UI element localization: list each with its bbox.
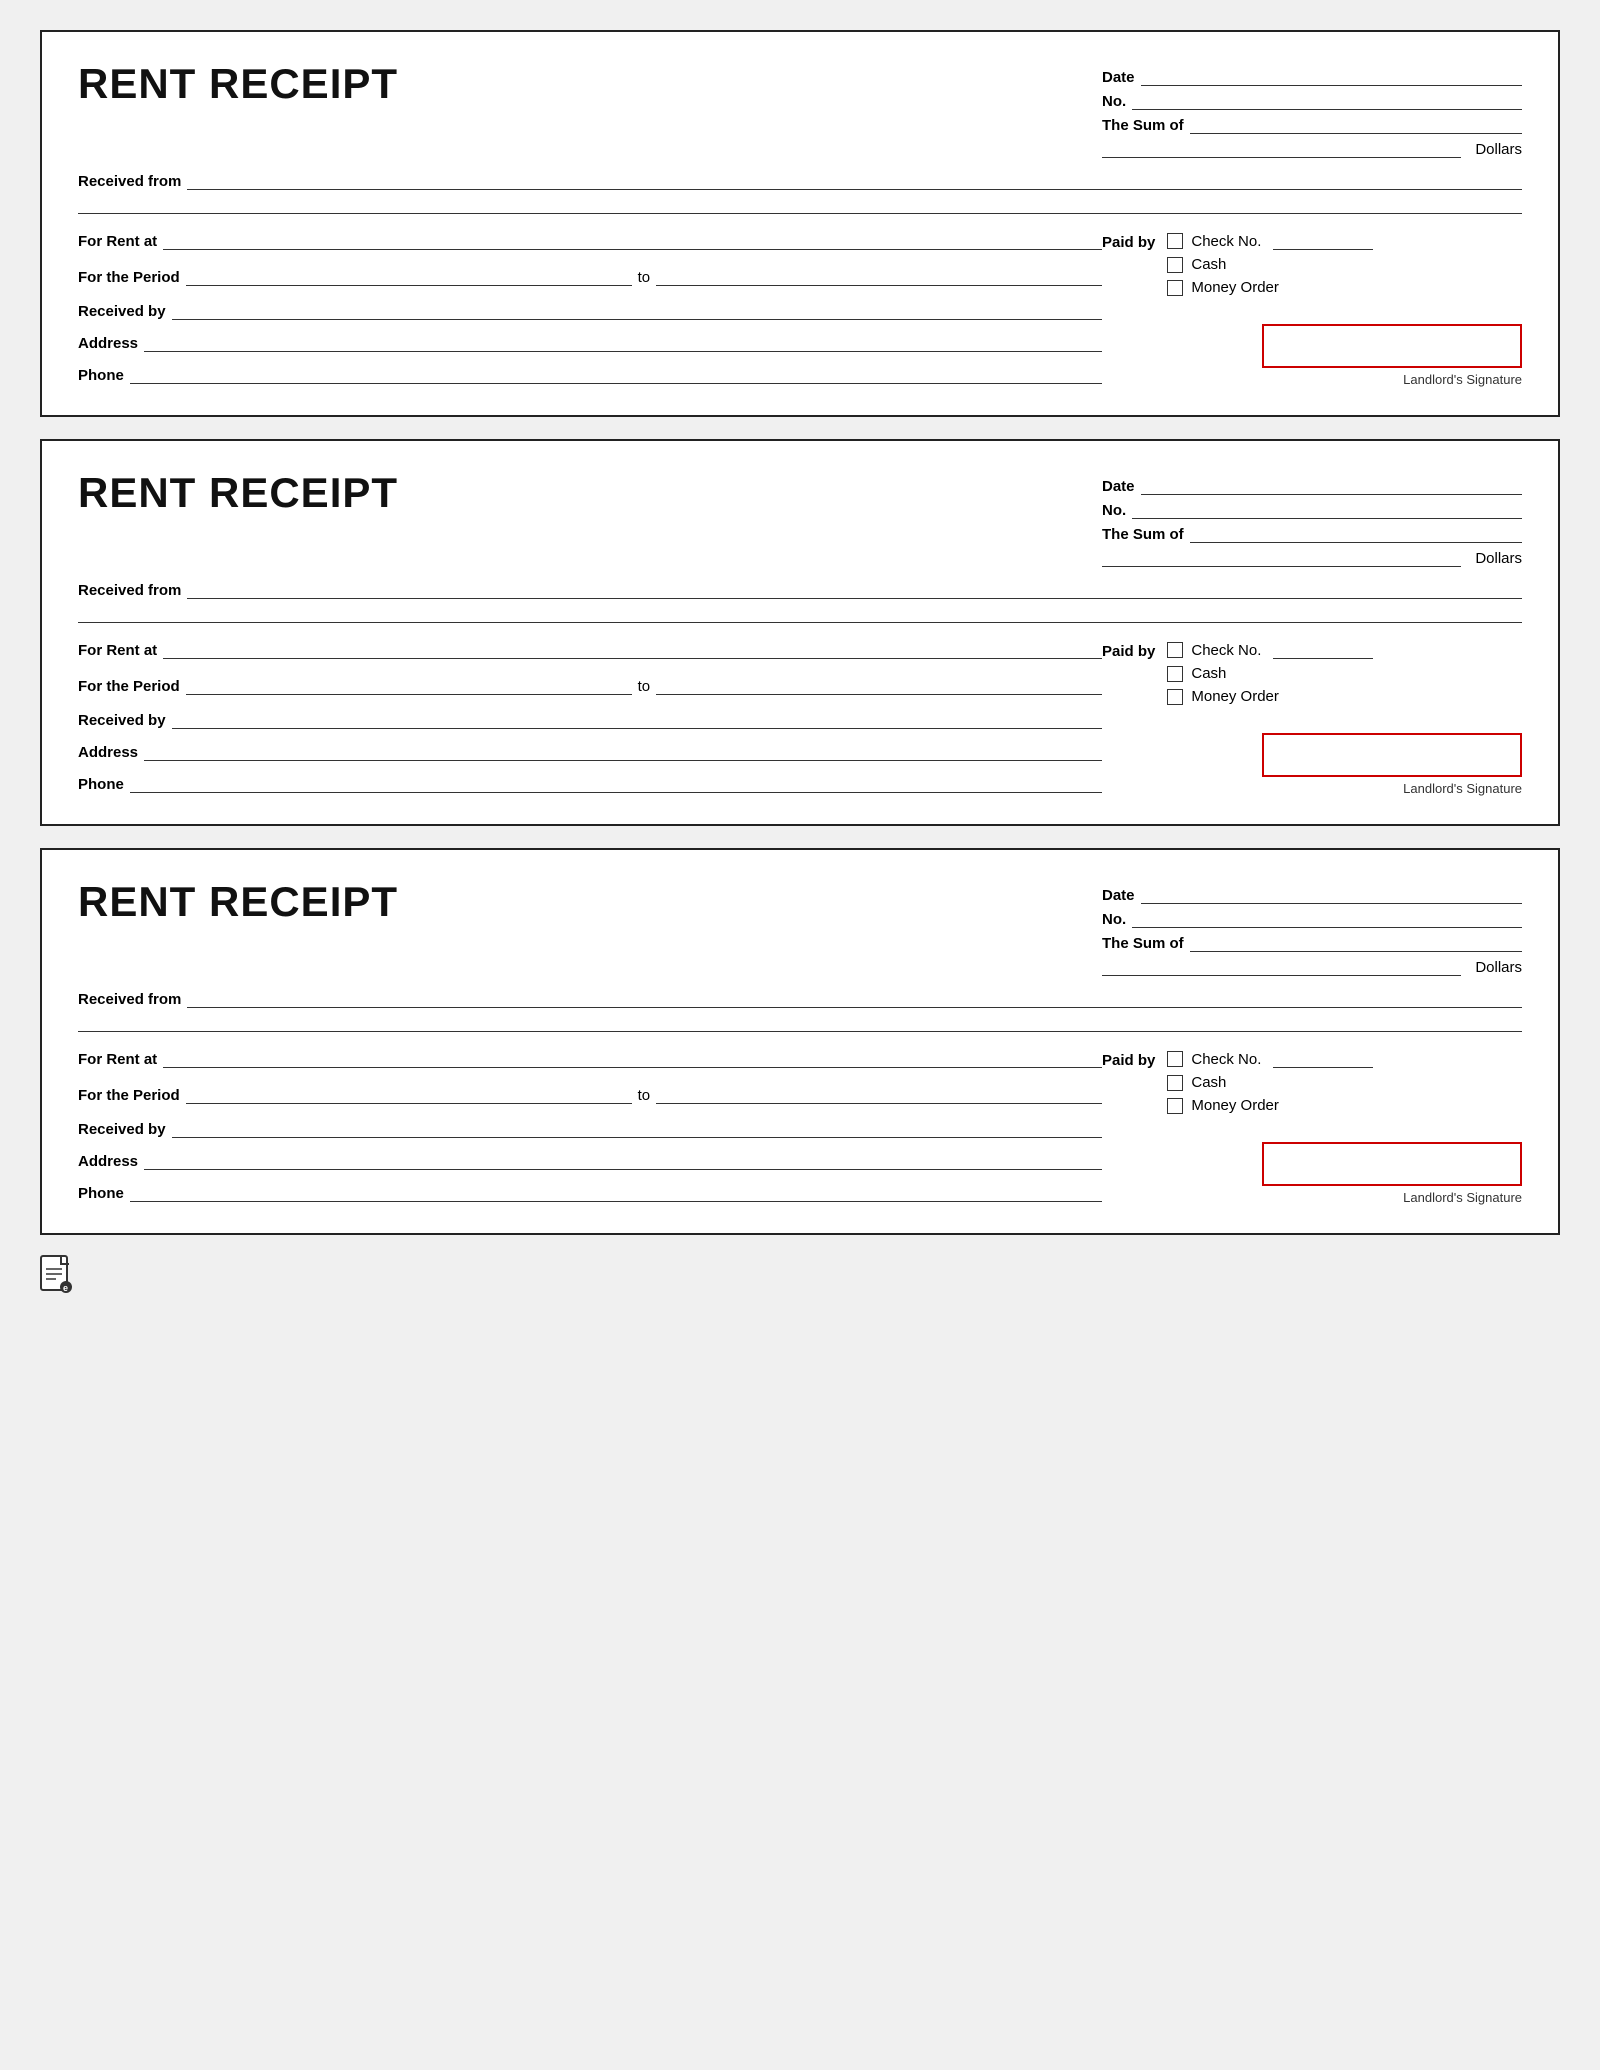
signature-box-1[interactable] xyxy=(1262,324,1522,368)
receipt-title-2: RENT RECEIPT xyxy=(78,469,1102,517)
signature-box-2[interactable] xyxy=(1262,733,1522,777)
cash-checkbox-3[interactable] xyxy=(1167,1075,1183,1091)
money-order-text-3: Money Order xyxy=(1191,1097,1279,1114)
sum-label-1: The Sum of xyxy=(1102,117,1184,134)
paid-by-label-2: Paid by xyxy=(1102,641,1155,660)
cash-text-2: Cash xyxy=(1191,665,1226,682)
signature-label-3: Landlord's Signature xyxy=(1403,1190,1522,1205)
svg-text:e: e xyxy=(63,1283,68,1293)
paid-by-label-1: Paid by xyxy=(1102,232,1155,251)
date-label-3: Date xyxy=(1102,887,1135,904)
receipts-container: RENT RECEIPT Date No. The Sum of Dollar xyxy=(40,30,1560,1235)
address-label-3: Address xyxy=(78,1153,138,1170)
document-icon: e xyxy=(40,1255,74,1295)
for-period-label-2: For the Period xyxy=(78,678,180,695)
receipt-1: RENT RECEIPT Date No. The Sum of Dollar xyxy=(40,30,1560,417)
for-rent-at-label-3: For Rent at xyxy=(78,1051,157,1068)
phone-label-2: Phone xyxy=(78,776,124,793)
receipt-2: RENT RECEIPT Date No. The Sum of Dollar xyxy=(40,439,1560,826)
received-by-label-1: Received by xyxy=(78,303,166,320)
date-label-2: Date xyxy=(1102,478,1135,495)
signature-label-1: Landlord's Signature xyxy=(1403,372,1522,387)
signature-box-3[interactable] xyxy=(1262,1142,1522,1186)
for-period-label-3: For the Period xyxy=(78,1087,180,1104)
received-from-label-2: Received from xyxy=(78,582,181,599)
receipt-title-1: RENT RECEIPT xyxy=(78,60,1102,108)
address-label-1: Address xyxy=(78,335,138,352)
to-text-3: to xyxy=(638,1087,651,1104)
no-label-2: No. xyxy=(1102,502,1126,519)
cash-text-1: Cash xyxy=(1191,256,1226,273)
check-no-checkbox-2[interactable] xyxy=(1167,642,1183,658)
received-by-label-3: Received by xyxy=(78,1121,166,1138)
no-label-3: No. xyxy=(1102,911,1126,928)
to-text-2: to xyxy=(638,678,651,695)
check-no-text-2: Check No. xyxy=(1191,642,1261,659)
money-order-checkbox-3[interactable] xyxy=(1167,1098,1183,1114)
for-period-label-1: For the Period xyxy=(78,269,180,286)
check-no-checkbox-3[interactable] xyxy=(1167,1051,1183,1067)
money-order-text-1: Money Order xyxy=(1191,279,1279,296)
received-from-label-3: Received from xyxy=(78,991,181,1008)
check-no-text-1: Check No. xyxy=(1191,233,1261,250)
check-no-text-3: Check No. xyxy=(1191,1051,1261,1068)
dollars-label-2: Dollars xyxy=(1475,550,1522,567)
phone-label-3: Phone xyxy=(78,1185,124,1202)
paid-by-label-3: Paid by xyxy=(1102,1050,1155,1069)
receipt-3: RENT RECEIPT Date No. The Sum of Dollar xyxy=(40,848,1560,1235)
for-rent-at-label-2: For Rent at xyxy=(78,642,157,659)
sum-label-3: The Sum of xyxy=(1102,935,1184,952)
dollars-label-3: Dollars xyxy=(1475,959,1522,976)
for-rent-at-label-1: For Rent at xyxy=(78,233,157,250)
no-label-1: No. xyxy=(1102,93,1126,110)
check-no-checkbox-1[interactable] xyxy=(1167,233,1183,249)
money-order-checkbox-1[interactable] xyxy=(1167,280,1183,296)
address-label-2: Address xyxy=(78,744,138,761)
received-from-label-1: Received from xyxy=(78,173,181,190)
to-text-1: to xyxy=(638,269,651,286)
cash-checkbox-2[interactable] xyxy=(1167,666,1183,682)
dollars-label-1: Dollars xyxy=(1475,141,1522,158)
phone-label-1: Phone xyxy=(78,367,124,384)
money-order-checkbox-2[interactable] xyxy=(1167,689,1183,705)
money-order-text-2: Money Order xyxy=(1191,688,1279,705)
date-label-1: Date xyxy=(1102,69,1135,86)
sum-label-2: The Sum of xyxy=(1102,526,1184,543)
receipt-title-3: RENT RECEIPT xyxy=(78,878,1102,926)
cash-checkbox-1[interactable] xyxy=(1167,257,1183,273)
footer-area: e xyxy=(40,1255,1560,1295)
cash-text-3: Cash xyxy=(1191,1074,1226,1091)
received-by-label-2: Received by xyxy=(78,712,166,729)
signature-label-2: Landlord's Signature xyxy=(1403,781,1522,796)
